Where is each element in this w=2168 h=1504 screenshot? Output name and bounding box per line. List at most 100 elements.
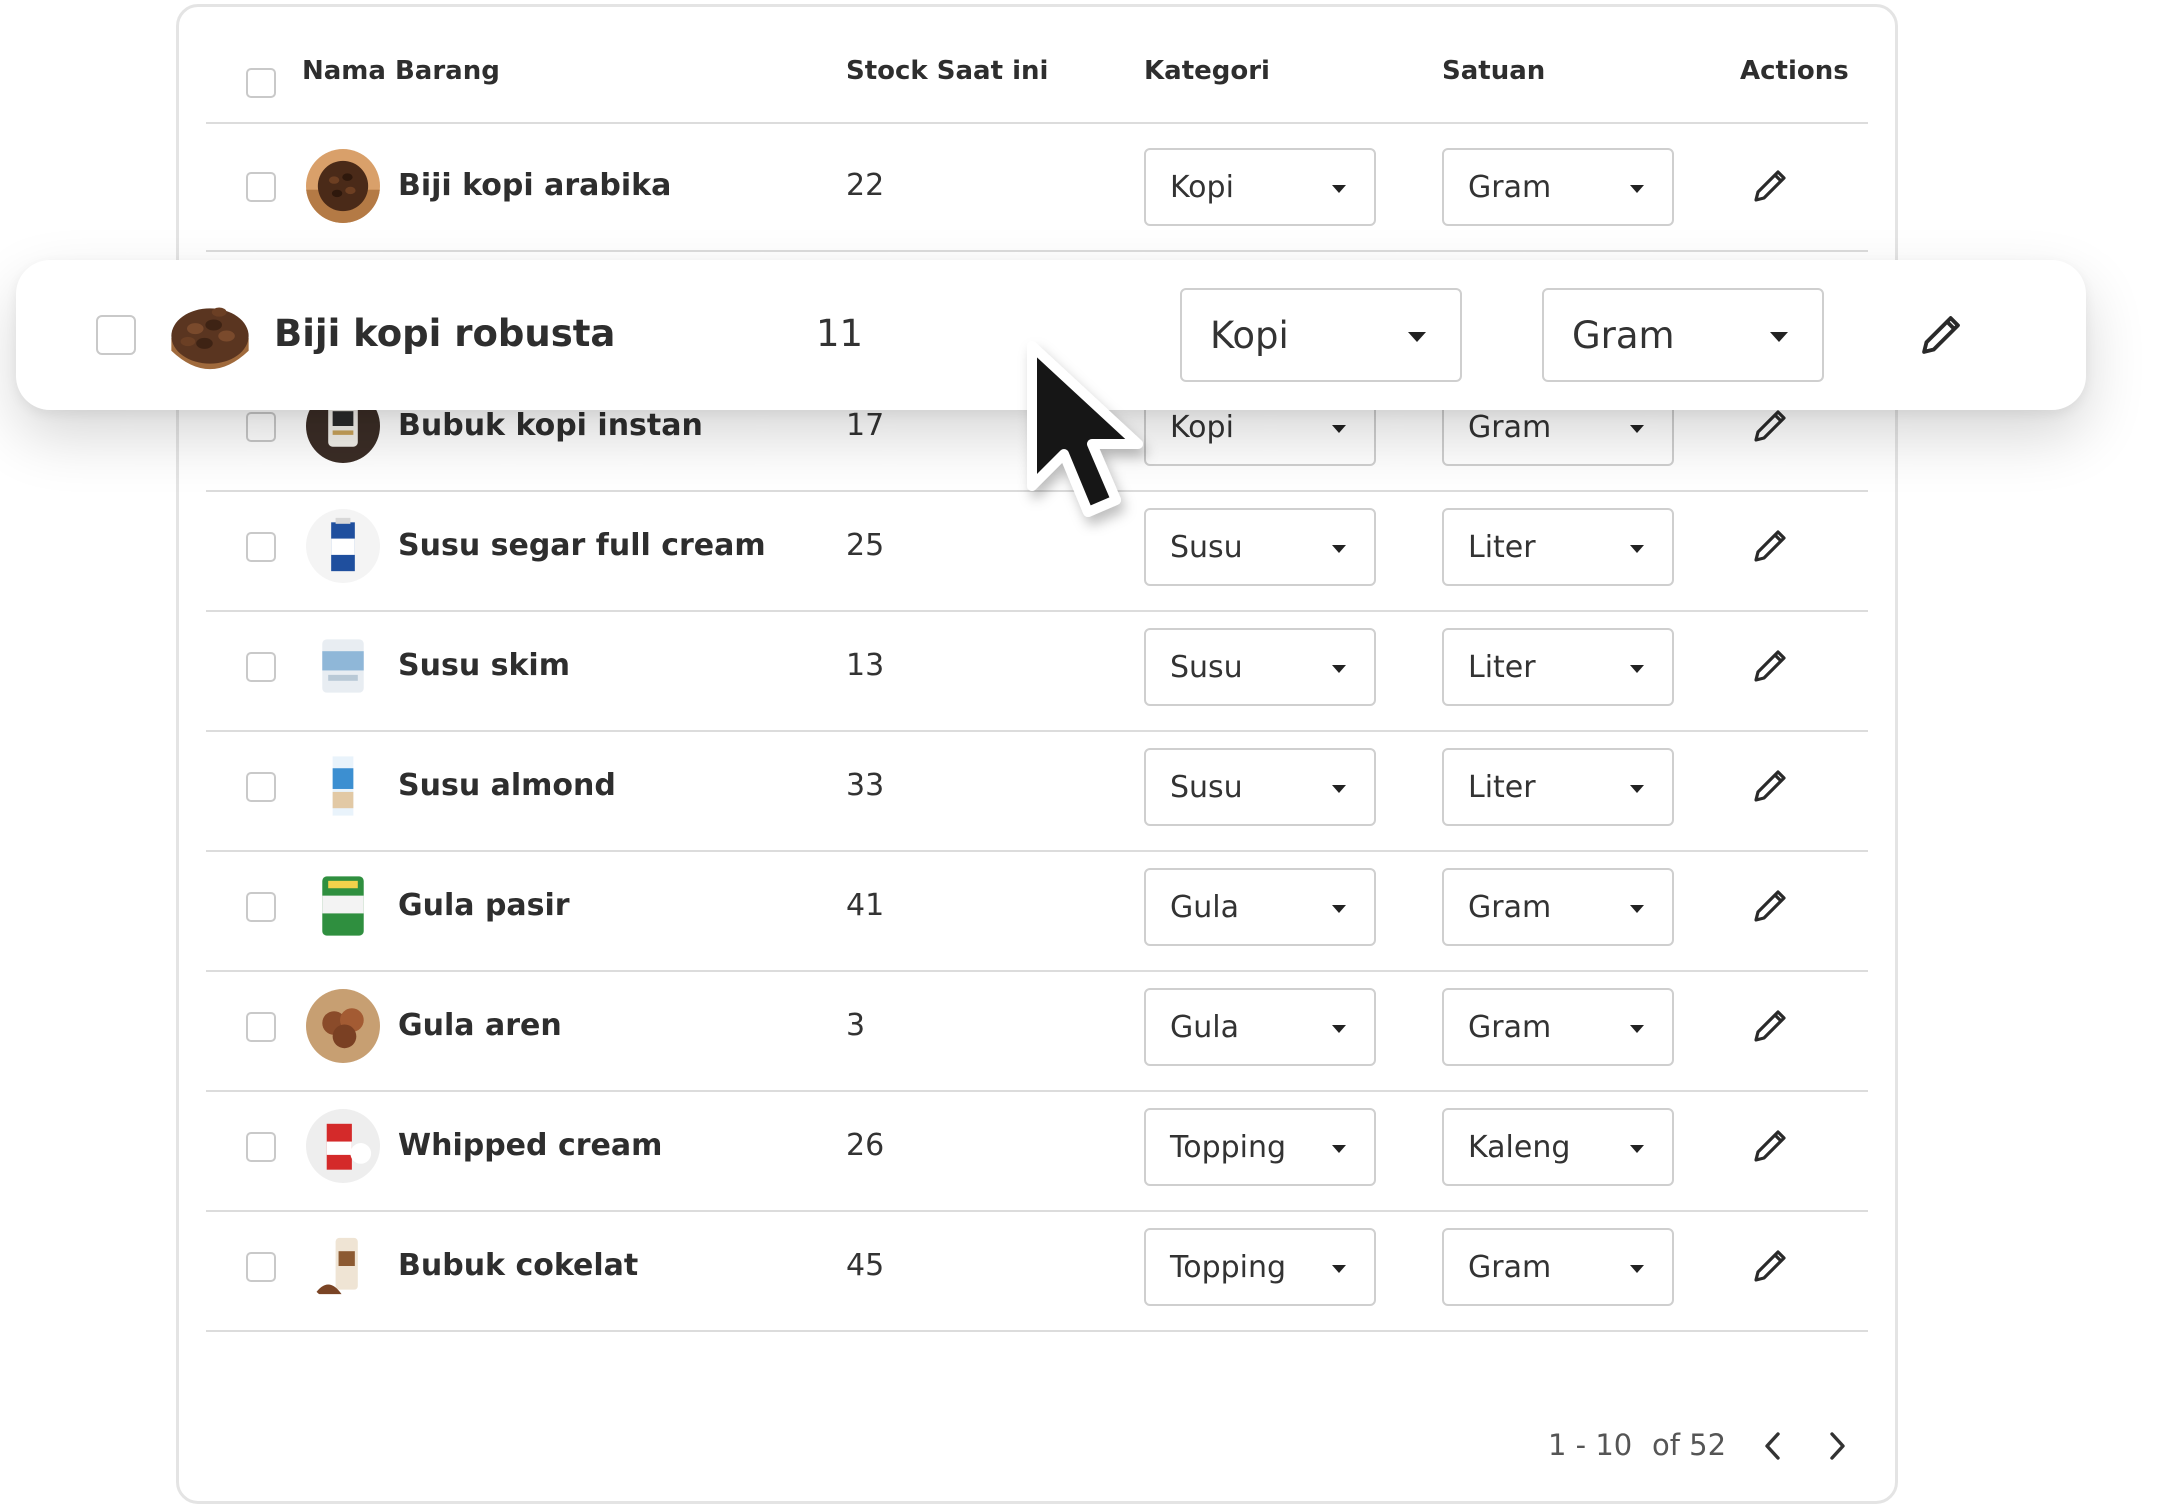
pencil-icon[interactable]	[1746, 162, 1794, 210]
caret-down-icon	[1332, 1265, 1346, 1273]
caret-down-icon	[1630, 1265, 1644, 1273]
column-header-category[interactable]: Kategori	[1144, 56, 1270, 86]
caret-down-icon	[1332, 425, 1346, 433]
unit-select[interactable]: Gram	[1442, 148, 1674, 226]
product-thumbnail	[306, 1109, 380, 1183]
row-checkbox[interactable]	[246, 652, 276, 682]
pencil-icon[interactable]	[1912, 306, 1970, 364]
product-thumbnail	[306, 869, 380, 943]
caret-down-icon	[1630, 905, 1644, 913]
category-select[interactable]: Topping	[1144, 1108, 1376, 1186]
table-row[interactable]: Biji kopi arabika 22 Kopi Gram	[206, 124, 1868, 252]
unit-value: Gram	[1468, 1010, 1552, 1045]
category-value: Kopi	[1210, 314, 1289, 357]
row-checkbox[interactable]	[246, 1132, 276, 1162]
pencil-icon[interactable]	[1746, 1242, 1794, 1290]
product-name: Susu almond	[398, 768, 616, 803]
category-value: Susu	[1170, 770, 1243, 805]
category-value: Kopi	[1170, 410, 1234, 445]
stock-value: 41	[846, 888, 885, 923]
category-select[interactable]: Kopi	[1180, 288, 1462, 382]
column-header-stock[interactable]: Stock Saat ini	[846, 56, 1048, 86]
product-name: Biji kopi arabika	[398, 168, 672, 203]
category-value: Topping	[1170, 1130, 1287, 1165]
unit-value: Gram	[1572, 314, 1675, 357]
pencil-icon[interactable]	[1746, 882, 1794, 930]
stock-value: 3	[846, 1008, 866, 1043]
product-thumbnail	[306, 749, 380, 823]
stock-value: 45	[846, 1248, 885, 1283]
stock-value: 11	[816, 312, 864, 355]
stock-value: 17	[846, 408, 885, 443]
product-thumbnail	[306, 1229, 380, 1303]
pencil-icon[interactable]	[1746, 522, 1794, 570]
category-select[interactable]: Susu	[1144, 508, 1376, 586]
table-row[interactable]: Gula pasir 41 Gula Gram	[206, 844, 1868, 972]
category-value: Gula	[1170, 1010, 1239, 1045]
row-checkbox[interactable]	[246, 772, 276, 802]
category-select[interactable]: Gula	[1144, 988, 1376, 1066]
stock-value: 22	[846, 168, 885, 203]
caret-down-icon	[1332, 1145, 1346, 1153]
category-select[interactable]: Susu	[1144, 628, 1376, 706]
caret-down-icon	[1332, 905, 1346, 913]
product-name: Bubuk cokelat	[398, 1248, 639, 1283]
select-all-checkbox[interactable]	[246, 68, 276, 98]
column-header-unit[interactable]: Satuan	[1442, 56, 1545, 86]
row-checkbox[interactable]	[246, 412, 276, 442]
row-checkbox[interactable]	[246, 892, 276, 922]
unit-value: Gram	[1468, 1250, 1552, 1285]
unit-select[interactable]: Liter	[1442, 508, 1674, 586]
category-select[interactable]: Gula	[1144, 868, 1376, 946]
caret-down-icon	[1630, 1145, 1644, 1153]
product-thumbnail	[164, 290, 256, 382]
unit-select[interactable]: Gram	[1442, 988, 1674, 1066]
column-header-actions: Actions	[1740, 56, 1849, 86]
unit-value: Gram	[1468, 890, 1552, 925]
category-select[interactable]: Topping	[1144, 1228, 1376, 1306]
pencil-icon[interactable]	[1746, 762, 1794, 810]
product-thumbnail	[306, 149, 380, 223]
product-thumbnail	[306, 989, 380, 1063]
pencil-icon[interactable]	[1746, 1002, 1794, 1050]
row-checkbox[interactable]	[246, 532, 276, 562]
table-row[interactable]: Gula aren 3 Gula Gram	[206, 964, 1868, 1092]
caret-down-icon	[1630, 185, 1644, 193]
category-value: Gula	[1170, 890, 1239, 925]
unit-select[interactable]: Gram	[1442, 1228, 1674, 1306]
pencil-icon[interactable]	[1746, 642, 1794, 690]
unit-value: Liter	[1468, 650, 1536, 685]
unit-select[interactable]: Liter	[1442, 628, 1674, 706]
row-checkbox[interactable]	[246, 1252, 276, 1282]
caret-down-icon	[1630, 665, 1644, 673]
category-value: Topping	[1170, 1250, 1287, 1285]
product-name: Gula pasir	[398, 888, 570, 923]
unit-select[interactable]: Liter	[1442, 748, 1674, 826]
product-name: Gula aren	[398, 1008, 562, 1043]
mouse-pointer-icon	[1027, 341, 1143, 517]
column-header-name[interactable]: Nama Barang	[302, 56, 500, 86]
row-checkbox[interactable]	[246, 172, 276, 202]
pagination-range: 1 - 10	[1548, 1428, 1633, 1462]
table-row[interactable]: Whipped cream 26 Topping Kaleng	[206, 1084, 1868, 1212]
unit-select[interactable]: Gram	[1442, 868, 1674, 946]
unit-value: Kaleng	[1468, 1130, 1571, 1165]
row-checkbox[interactable]	[96, 315, 136, 355]
unit-value: Liter	[1468, 530, 1536, 565]
unit-select[interactable]: Gram	[1542, 288, 1824, 382]
table-row[interactable]: Bubuk cokelat 45 Topping Gram	[206, 1204, 1868, 1332]
category-select[interactable]: Kopi	[1144, 148, 1376, 226]
product-name: Bubuk kopi instan	[398, 408, 703, 443]
chevron-left-icon[interactable]	[1758, 1428, 1788, 1464]
pencil-icon[interactable]	[1746, 1122, 1794, 1170]
caret-down-icon	[1332, 185, 1346, 193]
table-row[interactable]: Susu almond 33 Susu Liter	[206, 724, 1868, 852]
row-checkbox[interactable]	[246, 1012, 276, 1042]
category-select[interactable]: Susu	[1144, 748, 1376, 826]
stock-value: 25	[846, 528, 885, 563]
chevron-right-icon[interactable]	[1822, 1428, 1852, 1464]
unit-select[interactable]: Kaleng	[1442, 1108, 1674, 1186]
product-name: Whipped cream	[398, 1128, 663, 1163]
table-row[interactable]: Susu skim 13 Susu Liter	[206, 604, 1868, 732]
category-value: Susu	[1170, 650, 1243, 685]
